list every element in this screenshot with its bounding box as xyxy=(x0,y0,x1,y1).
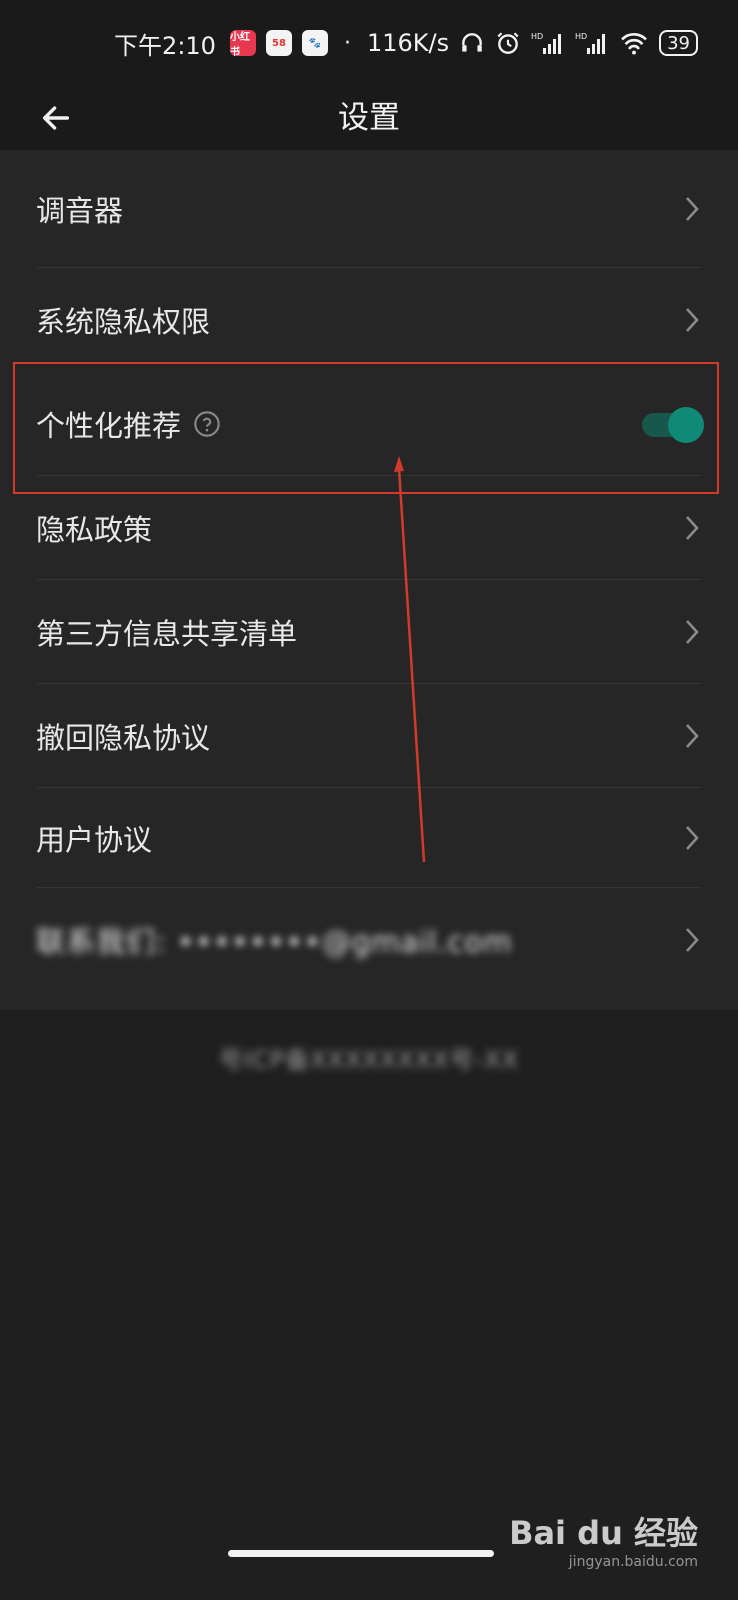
chevron-right-icon xyxy=(682,617,702,647)
chevron-right-icon xyxy=(682,305,702,335)
page-title: 设置 xyxy=(338,100,400,136)
settings-item-label: 个性化推荐 xyxy=(36,409,182,443)
watermark-url: jingyan.baidu.com xyxy=(568,1554,698,1570)
personalized-recommendation-toggle[interactable] xyxy=(642,407,704,443)
chevron-right-icon xyxy=(682,925,702,955)
settings-item-personalized-recommendation: 个性化推荐 xyxy=(0,372,738,476)
baidu-app-icon: 🐾 xyxy=(301,30,328,56)
icp-footer-text: 号ICP备XXXXXXXX号-XX xyxy=(218,1046,520,1074)
baidu-jingyan-watermark: Bai du 经验 jingyan.baidu.com xyxy=(509,1508,698,1570)
app-58-icon: 58 xyxy=(265,30,292,56)
chevron-right-icon xyxy=(682,513,702,543)
settings-item-system-privacy[interactable]: 系统隐私权限 xyxy=(0,268,738,372)
network-speed: 116K/s xyxy=(366,29,450,57)
settings-item-label: 调音器 xyxy=(36,194,124,228)
alarm-icon xyxy=(495,30,521,56)
settings-item-third-party-sharing[interactable]: 第三方信息共享清单 xyxy=(0,580,738,684)
chevron-right-icon xyxy=(682,721,702,751)
svg-text:HD: HD xyxy=(575,32,587,41)
settings-item-label: 隐私政策 xyxy=(36,513,153,547)
toggle-knob xyxy=(668,407,704,443)
signal-hd-icon-2: HD xyxy=(575,30,609,56)
settings-item-label: 用户协议 xyxy=(36,823,153,857)
settings-item-revoke-privacy[interactable]: 撤回隐私协议 xyxy=(0,684,738,788)
headphones-icon xyxy=(459,30,485,56)
settings-item-label: 系统隐私权限 xyxy=(36,305,211,339)
xiaohongshu-app-icon: 小红书 xyxy=(229,30,256,58)
svg-text:HD: HD xyxy=(531,32,543,41)
settings-item-tuner[interactable]: 调音器 xyxy=(0,150,738,268)
settings-item-user-agreement[interactable]: 用户协议 xyxy=(0,788,738,888)
separator-dot: · xyxy=(343,30,351,56)
settings-item-label: 第三方信息共享清单 xyxy=(36,617,298,651)
settings-item-label: 撤回隐私协议 xyxy=(36,721,211,755)
settings-item-privacy-policy[interactable]: 隐私政策 xyxy=(0,476,738,580)
status-time: 下午2:10 xyxy=(114,31,216,60)
signal-hd-icon-1: HD xyxy=(531,30,565,56)
help-icon[interactable] xyxy=(193,410,221,438)
battery-indicator: 39 xyxy=(659,30,698,56)
contact-email-label: 联系我们: ••••••••@gmail.com xyxy=(36,925,513,959)
settings-list: 调音器 系统隐私权限 个性化推荐 隐私政策 第三方信息共享清单 撤回隐私协议 用… xyxy=(0,150,738,1010)
chevron-right-icon xyxy=(682,823,702,853)
wifi-icon xyxy=(619,31,649,55)
settings-item-contact[interactable]: 联系我们: ••••••••@gmail.com xyxy=(0,888,738,992)
status-bar: 下午2:10 小红书 58 🐾 · 116K/s HD HD 39 xyxy=(0,0,738,86)
chevron-right-icon xyxy=(682,194,702,224)
watermark-brand: Bai du 经验 xyxy=(509,1514,698,1552)
app-bar: 设置 xyxy=(0,86,738,150)
home-indicator[interactable] xyxy=(228,1550,494,1557)
